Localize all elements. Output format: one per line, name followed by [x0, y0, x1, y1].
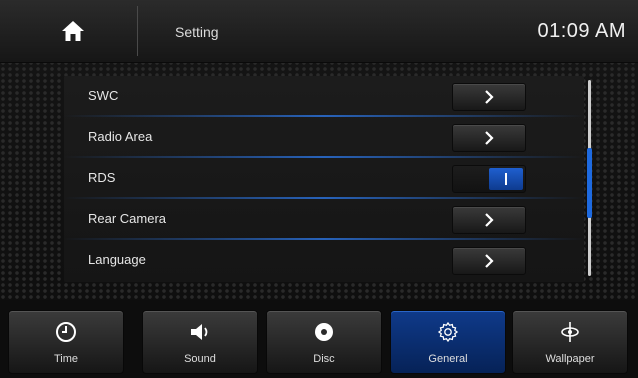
chevron-right-icon — [485, 213, 494, 227]
settings-row-swc[interactable]: SWC — [64, 76, 584, 117]
settings-list: SWC Radio Area RDS Rear Camera Language — [64, 76, 584, 282]
language-arrow-button[interactable] — [452, 247, 526, 275]
gear-icon — [437, 321, 459, 343]
nav-sound-button[interactable]: Sound — [142, 310, 258, 374]
page-title: Setting — [175, 24, 219, 40]
rear-camera-arrow-button[interactable] — [452, 206, 526, 234]
speaker-icon — [191, 324, 208, 340]
settings-row-label: SWC — [88, 88, 119, 103]
nav-wallpaper-button[interactable]: Wallpaper — [512, 310, 628, 374]
home-button[interactable] — [40, 8, 106, 54]
settings-row-label: Language — [88, 252, 146, 267]
settings-row-label: RDS — [88, 170, 116, 185]
chevron-right-icon — [485, 90, 494, 104]
wallpaper-icon — [561, 322, 579, 342]
home-icon — [62, 21, 84, 41]
nav-label: Wallpaper — [545, 353, 595, 365]
chevron-right-icon — [485, 131, 494, 145]
rds-toggle[interactable] — [452, 165, 526, 193]
nav-label: Disc — [313, 353, 335, 365]
nav-time-button[interactable]: Time — [8, 310, 124, 374]
bottom-nav: Time Sound Disc General Wallpaper — [0, 300, 638, 378]
nav-disc-button[interactable]: Disc — [266, 310, 382, 374]
clock-display: 01:09 AM — [537, 20, 626, 42]
settings-row-radio-area[interactable]: Radio Area — [64, 117, 584, 158]
radio-area-arrow-button[interactable] — [452, 124, 526, 152]
clock-icon — [56, 322, 76, 342]
header-divider — [137, 6, 138, 56]
toggle-knob — [489, 168, 523, 190]
nav-label: General — [428, 353, 468, 365]
settings-row-language[interactable]: Language — [64, 240, 584, 281]
header-bar: Setting 01:09 AM — [0, 0, 638, 63]
nav-label: Time — [53, 353, 79, 365]
scrollbar-thumb[interactable] — [587, 148, 592, 218]
swc-arrow-button[interactable] — [452, 83, 526, 111]
nav-general-button[interactable]: General — [390, 310, 506, 374]
settings-row-rear-camera[interactable]: Rear Camera — [64, 199, 584, 240]
disc-icon — [315, 323, 333, 341]
settings-row-label: Radio Area — [88, 129, 153, 144]
chevron-right-icon — [485, 254, 494, 268]
settings-row-label: Rear Camera — [88, 211, 167, 226]
settings-row-rds[interactable]: RDS — [64, 158, 584, 199]
nav-label: Sound — [184, 353, 216, 365]
